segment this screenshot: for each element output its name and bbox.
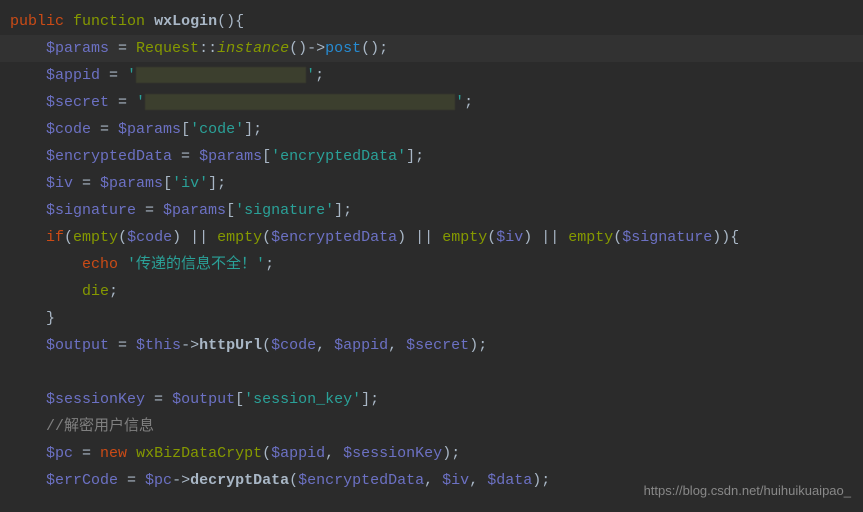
code-line-11: die; bbox=[0, 278, 863, 305]
code-line-8: $signature = $params['signature']; bbox=[0, 197, 863, 224]
code-line-14 bbox=[0, 359, 863, 386]
string-key: 'iv' bbox=[172, 175, 208, 192]
variable: $params bbox=[163, 202, 226, 219]
fn-empty: empty bbox=[568, 229, 613, 246]
variable: $code bbox=[271, 337, 316, 354]
redacted-appid bbox=[136, 67, 306, 83]
variable: $pc bbox=[46, 445, 73, 462]
code-line-3: $appid = ''; bbox=[0, 62, 863, 89]
variable: $signature bbox=[46, 202, 136, 219]
code-line-10: echo '传递的信息不全！'; bbox=[0, 251, 863, 278]
variable: $iv bbox=[496, 229, 523, 246]
fn-empty: empty bbox=[217, 229, 262, 246]
string-key: 'code' bbox=[190, 121, 244, 138]
variable-this: $this bbox=[136, 337, 181, 354]
variable: $code bbox=[46, 121, 91, 138]
variable: $sessionKey bbox=[46, 391, 145, 408]
variable: $iv bbox=[442, 472, 469, 489]
variable: $data bbox=[487, 472, 532, 489]
variable: $code bbox=[127, 229, 172, 246]
code-line-12: } bbox=[0, 305, 863, 332]
code-line-4: $secret = ''; bbox=[0, 89, 863, 116]
comment: //解密用户信息 bbox=[46, 418, 154, 435]
variable: $secret bbox=[406, 337, 469, 354]
code-line-5: $code = $params['code']; bbox=[0, 116, 863, 143]
fn-empty: empty bbox=[73, 229, 118, 246]
variable: $encryptedData bbox=[298, 472, 424, 489]
variable: $signature bbox=[622, 229, 712, 246]
variable: $appid bbox=[334, 337, 388, 354]
variable: $params bbox=[199, 148, 262, 165]
variable: $errCode bbox=[46, 472, 118, 489]
code-line-1: public function wxLogin(){ bbox=[0, 8, 863, 35]
code-line-7: $iv = $params['iv']; bbox=[0, 170, 863, 197]
code-line-16: //解密用户信息 bbox=[0, 413, 863, 440]
keyword-if: if bbox=[46, 229, 64, 246]
string-quote: ' bbox=[136, 94, 145, 111]
string-key: 'session_key' bbox=[244, 391, 361, 408]
keyword-echo: echo bbox=[82, 256, 118, 273]
string-quote: ' bbox=[455, 94, 464, 111]
code-line-6: $encryptedData = $params['encryptedData'… bbox=[0, 143, 863, 170]
function-name: wxLogin bbox=[154, 13, 217, 30]
variable: $pc bbox=[145, 472, 172, 489]
variable: $appid bbox=[46, 67, 100, 84]
variable: $output bbox=[172, 391, 235, 408]
variable: $output bbox=[46, 337, 109, 354]
variable: $params bbox=[46, 40, 109, 57]
variable: $sessionKey bbox=[343, 445, 442, 462]
watermark-text: https://blog.csdn.net/huihuikuaipao_ bbox=[644, 477, 851, 504]
keyword-new: new bbox=[100, 445, 127, 462]
method-post: post bbox=[325, 40, 361, 57]
variable: $secret bbox=[46, 94, 109, 111]
variable: $encryptedData bbox=[46, 148, 172, 165]
string-key: 'encryptedData' bbox=[271, 148, 406, 165]
keyword-die: die bbox=[82, 283, 109, 300]
string-key: 'signature' bbox=[235, 202, 334, 219]
code-line-17: $pc = new wxBizDataCrypt($appid, $sessio… bbox=[0, 440, 863, 467]
method-httpurl: httpUrl bbox=[199, 337, 262, 354]
variable: $appid bbox=[271, 445, 325, 462]
method-decrypt: decryptData bbox=[190, 472, 289, 489]
string-quote: ' bbox=[306, 67, 315, 84]
fn-empty: empty bbox=[442, 229, 487, 246]
class-name: Request bbox=[136, 40, 199, 57]
class-name: wxBizDataCrypt bbox=[136, 445, 262, 462]
variable: $params bbox=[100, 175, 163, 192]
variable: $iv bbox=[46, 175, 73, 192]
variable: $params bbox=[118, 121, 181, 138]
string-msg: '传递的信息不全！' bbox=[127, 256, 265, 273]
code-editor[interactable]: public function wxLogin(){ $params = Req… bbox=[0, 8, 863, 494]
code-line-15: $sessionKey = $output['session_key']; bbox=[0, 386, 863, 413]
code-line-2: $params = Request::instance()->post(); bbox=[0, 35, 863, 62]
redacted-secret bbox=[145, 94, 455, 110]
variable: $encryptedData bbox=[271, 229, 397, 246]
code-line-9: if(empty($code) || empty($encryptedData)… bbox=[0, 224, 863, 251]
keyword-public: public bbox=[10, 13, 64, 30]
method-instance: instance bbox=[217, 40, 289, 57]
string-quote: ' bbox=[127, 67, 136, 84]
code-line-13: $output = $this->httpUrl($code, $appid, … bbox=[0, 332, 863, 359]
keyword-function: function bbox=[73, 13, 145, 30]
